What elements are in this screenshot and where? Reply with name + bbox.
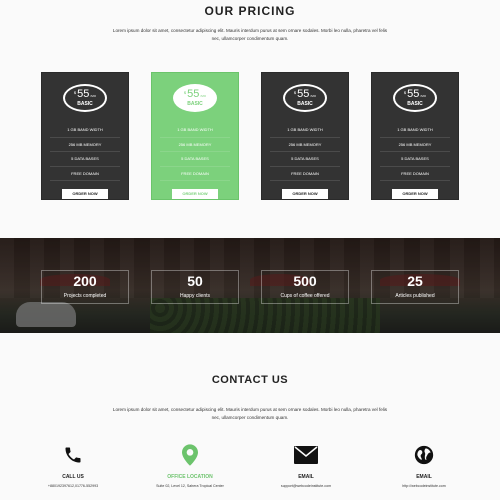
- stats-banner: 200 Projects completed 50 Happy clients …: [0, 238, 500, 333]
- price-currency: $: [403, 90, 407, 95]
- price-badge: $ 55 /MO BASIC: [173, 84, 217, 112]
- plan-name: BASIC: [77, 101, 93, 107]
- stat-label: Cups of coffee offered: [280, 293, 330, 299]
- order-now-button[interactable]: ORDER NOW: [172, 189, 218, 199]
- feature-item: 5 DATA BASES: [50, 152, 120, 167]
- feature-item: 5 DATA BASES: [380, 152, 450, 167]
- feature-item: 1 GB BAND WIDTH: [50, 123, 120, 138]
- price-currency: $: [293, 90, 297, 95]
- price-currency: $: [73, 90, 77, 95]
- stat-counter: 25 Articles published: [371, 270, 459, 304]
- pricing-title: OUR PRICING: [204, 4, 296, 18]
- feature-item: 1 GB BAND WIDTH: [160, 123, 230, 138]
- order-now-button[interactable]: ORDER NOW: [62, 189, 108, 199]
- stat-value: 50: [187, 273, 203, 289]
- contact-value: +880192397612,01776-552993: [47, 484, 99, 488]
- stat-label: Happy clients: [179, 293, 210, 299]
- feature-item: 5 DATA BASES: [160, 152, 230, 167]
- pricing-card: $ 55 /MO BASIC 1 GB BAND WIDTH 256 MB ME…: [371, 72, 459, 200]
- price-badge: $ 55 /MO BASIC: [63, 84, 107, 112]
- pricing-card-featured: $ 55 /MO BASIC 1 GB BAND WIDTH 256 MB ME…: [151, 72, 239, 200]
- price-period: /MO: [90, 94, 97, 98]
- stat-counter: 500 Cups of coffee offered: [261, 270, 349, 304]
- contact-item-location: OFFICE LOCATION Suite 02, Level 12, Sahe…: [130, 444, 250, 488]
- stat-value: 500: [293, 273, 317, 289]
- contact-value: Suite 02, Level 12, Sahera Tropical Cent…: [156, 484, 224, 488]
- feature-item: FREE DOMAIN: [50, 167, 120, 181]
- envelope-icon: [246, 444, 366, 466]
- feature-item: 1 GB BAND WIDTH: [380, 123, 450, 138]
- globe-icon: [364, 444, 484, 466]
- pricing-card: $ 55 /MO BASIC 1 GB BAND WIDTH 256 MB ME…: [41, 72, 129, 200]
- contact-label: EMAIL: [416, 474, 432, 480]
- order-now-button[interactable]: ORDER NOW: [392, 189, 438, 199]
- price-amount: 55: [187, 88, 200, 100]
- feature-item: 256 MB MEMORY: [380, 138, 450, 152]
- feature-item: FREE DOMAIN: [160, 167, 230, 181]
- feature-list: 1 GB BAND WIDTH 256 MB MEMORY 5 DATA BAS…: [160, 123, 230, 181]
- feature-list: 1 GB BAND WIDTH 256 MB MEMORY 5 DATA BAS…: [380, 123, 450, 181]
- price-period: /MO: [200, 94, 207, 98]
- feature-item: 256 MB MEMORY: [160, 138, 230, 152]
- pricing-plans: $ 55 /MO BASIC 1 GB BAND WIDTH 256 MB ME…: [41, 72, 459, 200]
- feature-item: FREE DOMAIN: [380, 167, 450, 181]
- feature-item: 5 DATA BASES: [270, 152, 340, 167]
- feature-item: 256 MB MEMORY: [50, 138, 120, 152]
- price-period: /MO: [310, 94, 317, 98]
- plan-name: BASIC: [187, 101, 203, 107]
- contact-value: support@webcodeinstitute.com: [280, 484, 332, 488]
- stat-counter: 50 Happy clients: [151, 270, 239, 304]
- feature-item: 256 MB MEMORY: [270, 138, 340, 152]
- contact-label: CALL US: [62, 474, 84, 480]
- stat-label: Articles published: [395, 293, 435, 299]
- pricing-intro: Lorem ipsum dolor sit amet, consectetur …: [112, 28, 388, 41]
- price-badge: $ 55 /MO BASIC: [283, 84, 327, 112]
- stat-value: 25: [407, 273, 423, 289]
- price-amount: 55: [297, 88, 310, 100]
- order-now-button[interactable]: ORDER NOW: [282, 189, 328, 199]
- contact-title: CONTACT US: [211, 374, 289, 386]
- feature-list: 1 GB BAND WIDTH 256 MB MEMORY 5 DATA BAS…: [270, 123, 340, 181]
- feature-list: 1 GB BAND WIDTH 256 MB MEMORY 5 DATA BAS…: [50, 123, 120, 181]
- contact-item-phone: CALL US +880192397612,01776-552993: [13, 444, 133, 488]
- location-pin-icon: [130, 444, 250, 466]
- feature-item: FREE DOMAIN: [270, 167, 340, 181]
- contact-value: http://webcodeinstitute.com: [402, 484, 446, 488]
- plan-name: BASIC: [407, 101, 423, 107]
- price-amount: 55: [77, 88, 90, 100]
- price-currency: $: [183, 90, 187, 95]
- contact-intro: Lorem ipsum dolor sit amet, consectetur …: [112, 407, 388, 420]
- phone-icon: [13, 444, 133, 466]
- stat-counter: 200 Projects completed: [41, 270, 129, 304]
- contact-item-website: EMAIL http://webcodeinstitute.com: [364, 444, 484, 488]
- contact-label: OFFICE LOCATION: [167, 474, 213, 480]
- stat-value: 200: [73, 273, 97, 289]
- contact-label: EMAIL: [298, 474, 314, 480]
- price-badge: $ 55 /MO BASIC: [393, 84, 437, 112]
- price-amount: 55: [407, 88, 420, 100]
- plan-name: BASIC: [297, 101, 313, 107]
- feature-item: 1 GB BAND WIDTH: [270, 123, 340, 138]
- price-period: /MO: [420, 94, 427, 98]
- stat-label: Projects completed: [63, 293, 107, 299]
- contact-item-email: EMAIL support@webcodeinstitute.com: [246, 444, 366, 488]
- pricing-card: $ 55 /MO BASIC 1 GB BAND WIDTH 256 MB ME…: [261, 72, 349, 200]
